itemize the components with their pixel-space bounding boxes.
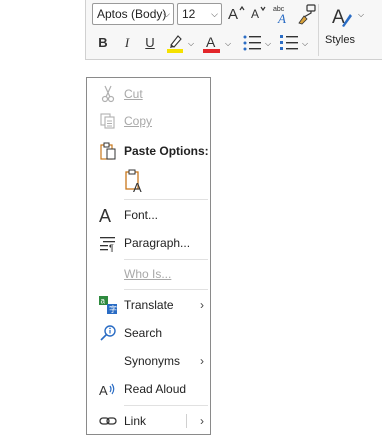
highlighter-icon — [167, 35, 183, 53]
font-icon: A — [99, 206, 111, 224]
svg-text:A: A — [277, 11, 286, 25]
chevron-down-icon[interactable]: ⌵ — [188, 39, 194, 49]
chevron-right-icon: › — [200, 354, 204, 368]
chevron-down-icon[interactable]: ⌵ — [302, 39, 308, 49]
context-menu: Cut Copy Paste Options: A A Font... ¶ Pa… — [86, 77, 211, 435]
numbering-button[interactable] — [278, 32, 300, 54]
font-name-combobox[interactable]: Aptos (Body) ⌵ — [92, 3, 174, 25]
svg-text:A: A — [99, 206, 111, 224]
styles-icon: A — [332, 7, 352, 28]
svg-text:¶: ¶ — [109, 243, 114, 252]
menu-item-label: Translate — [124, 298, 174, 312]
svg-text:a: a — [101, 297, 106, 306]
read-aloud-icon: A — [99, 383, 115, 398]
font-name-value: Aptos (Body) — [97, 7, 167, 21]
menu-divider — [124, 289, 208, 290]
menu-item-label: Copy — [124, 114, 153, 128]
chevron-right-icon[interactable]: › — [200, 408, 204, 434]
menu-item-translate[interactable]: a 字 Translate › — [87, 292, 210, 318]
chevron-down-icon[interactable]: ⌵ — [265, 39, 271, 49]
svg-text:字: 字 — [109, 304, 117, 314]
clear-formatting-button[interactable]: abc A — [272, 3, 294, 26]
styles-label: Styles — [325, 34, 355, 46]
chevron-down-icon: ⌵ — [211, 9, 218, 19]
styles-button[interactable]: A — [330, 4, 356, 30]
bold-button[interactable]: B — [95, 32, 111, 54]
menu-item-label: Paragraph... — [124, 236, 191, 250]
menu-item-cut[interactable]: Cut — [87, 81, 210, 107]
menu-item-link[interactable]: Link › — [87, 408, 210, 434]
bullet-list-icon — [243, 35, 261, 51]
paste-options-label: Paste Options: — [124, 144, 209, 158]
italic-button[interactable]: I — [119, 32, 135, 54]
svg-text:A: A — [99, 383, 108, 398]
search-icon — [100, 325, 116, 341]
decrease-font-size-button[interactable]: A — [249, 3, 269, 25]
svg-text:A: A — [228, 6, 238, 23]
menu-item-copy[interactable]: Copy — [87, 108, 210, 134]
underline-button[interactable]: U — [142, 32, 158, 54]
menu-item-search[interactable]: Search — [87, 320, 210, 346]
highlight-color-button[interactable] — [165, 32, 187, 54]
chevron-down-icon: ⌵ — [163, 9, 170, 19]
menu-item-label: Font... — [124, 208, 159, 222]
bullets-button[interactable] — [241, 32, 263, 54]
menu-item-font[interactable]: A Font... — [87, 202, 210, 228]
menu-item-label: Synonyms — [124, 354, 181, 368]
chevron-down-icon[interactable]: ⌵ — [358, 10, 364, 20]
copy-icon — [100, 113, 115, 129]
shrink-font-icon: A — [251, 6, 266, 21]
mini-toolbar: Aptos (Body) ⌵ 12 ⌵ A A abc A B I U ⌵ A … — [85, 0, 382, 60]
menu-divider — [124, 405, 208, 406]
font-size-combobox[interactable]: 12 ⌵ — [177, 3, 222, 25]
menu-item-who-is[interactable]: Who Is... — [87, 261, 210, 287]
increase-font-size-button[interactable]: A — [226, 3, 246, 25]
numbered-list-icon — [280, 35, 298, 50]
menu-divider — [124, 199, 208, 200]
font-size-value: 12 — [182, 7, 196, 21]
menu-item-label: Cut — [124, 87, 143, 101]
menu-item-paste-options: Paste Options: — [87, 138, 210, 164]
chevron-right-icon: › — [200, 298, 204, 312]
clear-formatting-icon: abc A — [273, 6, 286, 26]
grow-font-icon: A — [228, 5, 245, 23]
clipboard-icon — [100, 142, 116, 160]
menu-item-synonyms[interactable]: Synonyms › — [87, 348, 210, 374]
font-color-button[interactable]: A — [201, 32, 223, 54]
menu-item-read-aloud[interactable]: A Read Aloud — [87, 376, 210, 402]
link-icon — [99, 417, 117, 425]
format-painter-icon — [298, 4, 316, 25]
font-color-icon: A — [203, 34, 220, 53]
menu-item-paragraph[interactable]: ¶ Paragraph... — [87, 230, 210, 256]
svg-text:A: A — [206, 34, 216, 50]
menu-item-label: Read Aloud — [124, 382, 187, 396]
svg-text:A: A — [251, 7, 259, 21]
toolbar-divider — [318, 4, 319, 56]
scissors-icon — [101, 85, 115, 103]
format-painter-button[interactable] — [296, 3, 318, 25]
menu-divider — [124, 259, 208, 260]
svg-text:A: A — [133, 180, 142, 194]
translate-icon: a 字 — [99, 296, 117, 314]
paste-text-only-icon: A — [125, 169, 142, 195]
split-divider — [186, 414, 187, 428]
menu-item-label: Search — [124, 326, 163, 340]
menu-item-label: Link — [124, 414, 147, 428]
paste-keep-text-only-button[interactable]: A — [121, 168, 147, 195]
paragraph-icon: ¶ — [100, 237, 115, 252]
menu-item-label: Who Is... — [124, 267, 172, 281]
chevron-down-icon[interactable]: ⌵ — [225, 39, 231, 49]
